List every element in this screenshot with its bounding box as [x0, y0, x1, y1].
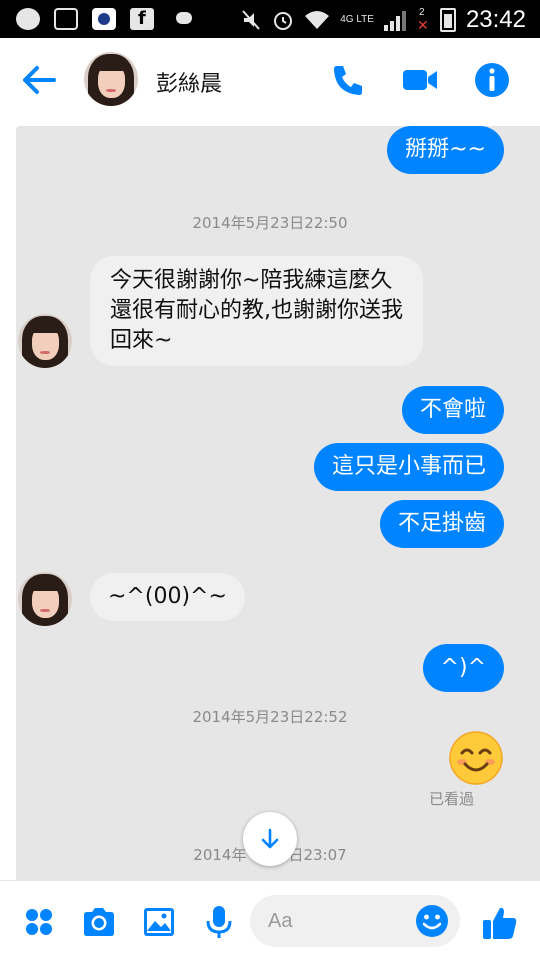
message-input-container[interactable] — [250, 895, 460, 947]
signal-icon — [383, 9, 406, 31]
phone-icon[interactable] — [328, 60, 368, 100]
smiling-face-emoji[interactable] — [448, 730, 504, 786]
gallery-icon — [54, 8, 78, 30]
timestamp: 2014年5月23日22:52 — [192, 708, 348, 726]
message-line: 回來~ — [110, 328, 173, 353]
contact-name[interactable]: 彭絲晨 — [156, 66, 222, 98]
message-incoming[interactable]: 今天很謝謝你~陪我練這麼久 還很有耐心的教,也謝謝你送我 回來~ — [90, 256, 423, 366]
info-icon[interactable] — [472, 60, 512, 100]
message-line: 還很有耐心的教,也謝謝你送我 — [110, 298, 403, 323]
status-bar: 4G LTE 2 ✕ 23:42 — [0, 0, 540, 888]
message-avatar[interactable] — [18, 572, 72, 626]
message-outgoing[interactable]: 不會啦 — [401, 386, 504, 434]
emoji-icon[interactable] — [414, 903, 450, 939]
back-arrow-icon[interactable] — [18, 60, 58, 100]
weather-icon — [168, 8, 196, 30]
scroll-to-bottom-button[interactable] — [243, 812, 297, 866]
line-icon — [16, 8, 40, 30]
image-icon[interactable] — [140, 903, 178, 941]
arrow-down-icon — [261, 828, 279, 849]
mic-icon[interactable] — [200, 903, 238, 941]
contact-avatar[interactable] — [84, 52, 138, 106]
message-input[interactable] — [268, 907, 408, 935]
sim-indicator: 2 ✕ — [416, 7, 429, 35]
message-outgoing[interactable]: 這只是小事而已 — [313, 443, 504, 491]
thumbs-up-icon[interactable] — [480, 903, 520, 943]
message-avatar[interactable] — [18, 314, 72, 368]
message-outgoing[interactable]: 不足掛齒 — [379, 500, 504, 548]
apps-icon[interactable] — [20, 903, 58, 941]
seen-indicator: 已看過 — [429, 790, 475, 808]
battery-icon — [439, 8, 456, 32]
timestamp: 2014年5月23日22:50 — [192, 214, 348, 232]
camera-icon[interactable] — [80, 903, 118, 941]
network-type: 4G LTE — [340, 14, 374, 25]
message-outgoing[interactable]: 掰掰~~ — [387, 126, 504, 174]
message-incoming[interactable]: ~^(00)^~ — [90, 573, 245, 621]
timestamp-start: 2014年 — [193, 846, 247, 864]
facebook-icon — [130, 8, 154, 30]
message-line: 今天很謝謝你~陪我練這麼久 — [110, 268, 393, 293]
conversation-header: 彭絲晨 — [0, 38, 540, 118]
kkbox-icon — [92, 8, 116, 30]
clock: 23:42 — [465, 6, 526, 33]
alarm-icon — [274, 12, 293, 30]
wifi-icon — [305, 11, 330, 29]
message-outgoing[interactable]: ^)^ — [422, 644, 504, 692]
mute-icon — [242, 10, 260, 30]
message-list[interactable]: 掰掰~~ 2014年5月23日22:50 今天很謝謝你~陪我練這麼久 還很有耐心… — [0, 118, 540, 880]
timestamp-end: 日23:07 — [288, 846, 347, 864]
video-icon[interactable] — [400, 60, 440, 100]
composer-bar — [0, 880, 540, 960]
